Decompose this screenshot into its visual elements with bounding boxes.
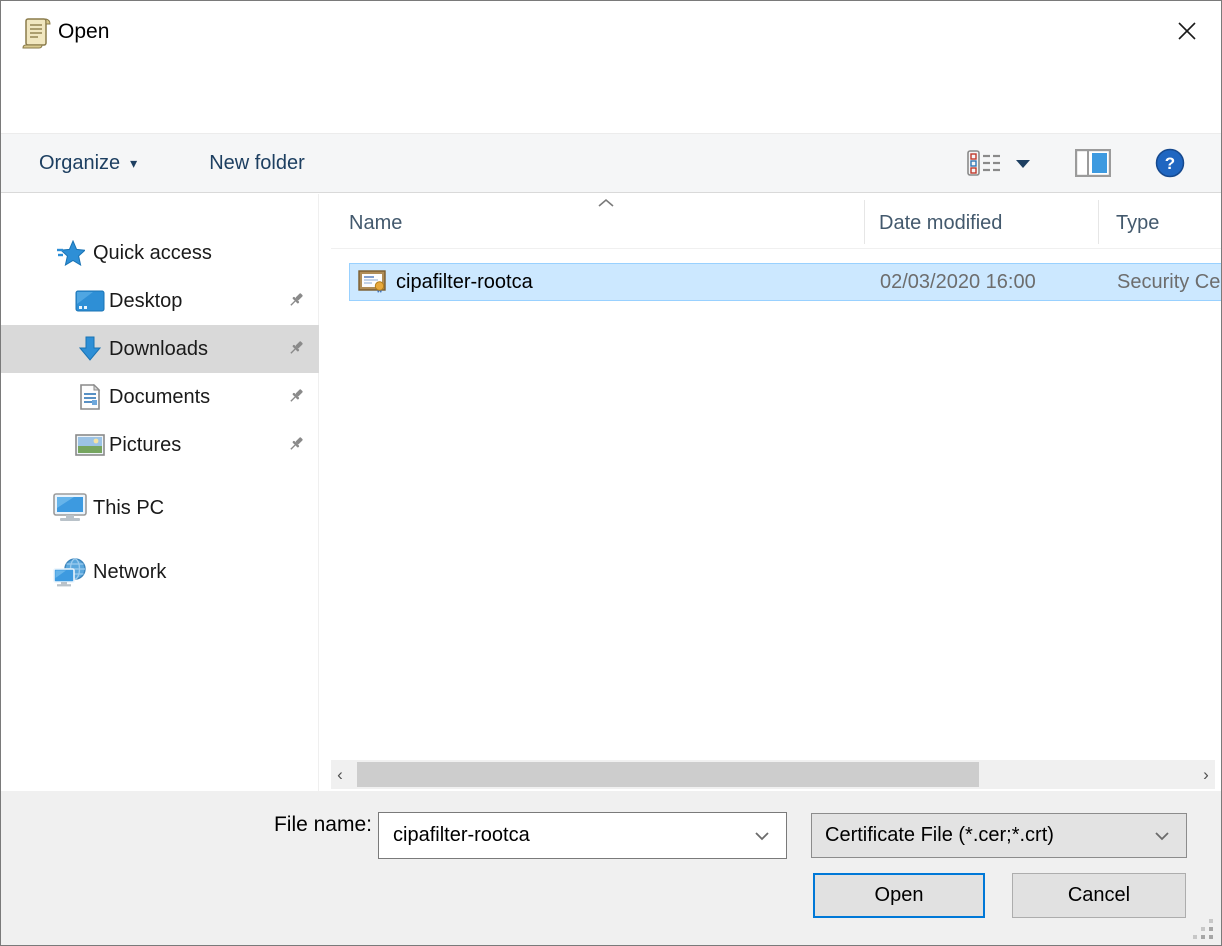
sidebar-item-downloads[interactable]: Downloads [1, 325, 319, 373]
file-name-cell: cipafilter-rootca [396, 271, 533, 294]
quick-access-label: Quick access [93, 242, 212, 265]
file-name-input[interactable] [379, 824, 738, 847]
sidebar-item-pictures[interactable]: Pictures [1, 421, 319, 469]
dialog-title: Open [58, 20, 109, 44]
pin-icon [287, 435, 305, 459]
pictures-icon [73, 434, 107, 456]
organize-label: Organize [39, 152, 120, 175]
quick-access-star-icon [53, 240, 89, 266]
file-name-dropdown-chevron-icon[interactable] [738, 831, 786, 841]
help-icon: ? [1155, 148, 1185, 178]
column-header-type[interactable]: Type [1116, 212, 1159, 235]
open-button-label: Open [875, 884, 924, 907]
pin-icon [287, 291, 305, 315]
sidebar-item-desktop[interactable]: Desktop [1, 277, 319, 325]
toolbar-right-group: ? [967, 134, 1221, 192]
close-icon[interactable] [1167, 11, 1207, 51]
main-area: Quick access Desktop [1, 194, 1221, 791]
sidebar-item-network[interactable]: Network [1, 548, 319, 596]
pin-icon [287, 387, 305, 411]
file-type-dropdown-chevron-icon [1138, 831, 1186, 841]
scroll-left-icon[interactable]: ‹ [331, 760, 349, 789]
open-button[interactable]: Open [813, 873, 985, 918]
change-view-button[interactable] [967, 150, 1031, 176]
horizontal-scrollbar[interactable]: ‹ › [331, 760, 1215, 789]
navigation-row: ← → ↑ This PC Downloads [1, 65, 1221, 133]
organize-menu-button[interactable]: Organize ▾ [39, 152, 137, 175]
sidebar-item-documents[interactable]: Documents [1, 373, 319, 421]
open-file-dialog: Open ← → ↑ This PC [0, 0, 1222, 946]
file-list-pane: Name Date modified Type [331, 194, 1222, 791]
dialog-footer: File name: Certificate File (*.cer;*.crt… [1, 791, 1221, 946]
file-type-cell: Security Certificate [1117, 271, 1222, 294]
scroll-document-icon [22, 16, 52, 55]
column-header-name[interactable]: Name [349, 212, 402, 235]
documents-icon [73, 384, 107, 410]
list-header: Name Date modified Type [331, 194, 1222, 249]
sort-ascending-icon [597, 195, 615, 213]
command-toolbar: Organize ▾ New folder [1, 133, 1221, 193]
downloads-label: Downloads [109, 338, 208, 361]
this-pc-icon [49, 493, 91, 523]
column-separator[interactable] [1098, 200, 1099, 244]
title-bar: Open [1, 1, 1221, 65]
sidebar-item-quick-access[interactable]: Quick access [1, 229, 319, 277]
file-name-combobox [378, 812, 787, 859]
network-icon [49, 557, 91, 587]
cancel-button[interactable]: Cancel [1012, 873, 1186, 918]
pictures-label: Pictures [109, 434, 181, 457]
organize-caret-icon: ▾ [130, 155, 137, 172]
navigation-pane: Quick access Desktop [1, 194, 319, 791]
pin-icon [287, 339, 305, 363]
sidebar-item-this-pc[interactable]: This PC [1, 484, 319, 532]
scrollbar-thumb[interactable] [357, 762, 979, 787]
desktop-label: Desktop [109, 290, 182, 313]
file-row-selected[interactable]: cipafilter-rootca 02/03/2020 16:00 Secur… [349, 263, 1222, 301]
new-folder-button[interactable]: New folder [209, 152, 305, 175]
preview-pane-icon [1075, 149, 1111, 177]
file-date-cell: 02/03/2020 16:00 [880, 271, 1036, 294]
file-type-value: Certificate File (*.cer;*.crt) [812, 824, 1138, 847]
desktop-icon [73, 290, 107, 312]
scroll-right-icon[interactable]: › [1197, 760, 1215, 789]
file-type-select[interactable]: Certificate File (*.cer;*.crt) [811, 813, 1187, 858]
certificate-file-icon [358, 270, 386, 294]
column-header-date-modified[interactable]: Date modified [879, 212, 1002, 235]
cancel-button-label: Cancel [1068, 884, 1130, 907]
preview-pane-button[interactable] [1075, 149, 1111, 177]
new-folder-label: New folder [209, 152, 305, 175]
views-caret-icon [1015, 158, 1031, 169]
view-list-icon [967, 150, 1001, 176]
help-button[interactable]: ? [1155, 148, 1185, 178]
resize-grip[interactable] [1193, 919, 1213, 939]
downloads-icon [73, 336, 107, 362]
network-label: Network [93, 561, 166, 584]
documents-label: Documents [109, 386, 210, 409]
this-pc-label: This PC [93, 497, 164, 520]
file-name-label: File name: [1, 813, 372, 837]
column-separator[interactable] [864, 200, 865, 244]
svg-text:?: ? [1165, 154, 1175, 173]
